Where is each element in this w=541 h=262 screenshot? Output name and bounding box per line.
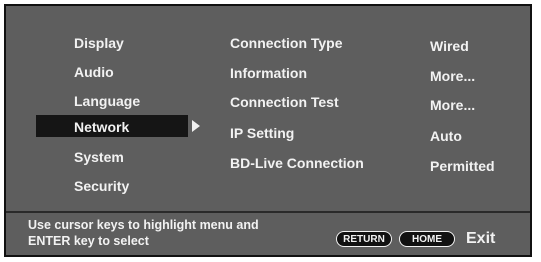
value-connection-test: More... (430, 97, 476, 113)
home-button[interactable]: HOME (399, 231, 455, 247)
menu-item-network[interactable]: Network (74, 118, 129, 136)
setting-connection-test[interactable]: Connection Test (230, 93, 339, 111)
footer-hint-line1: Use cursor keys to highlight menu and (28, 218, 259, 232)
menu-item-security[interactable]: Security (74, 177, 129, 195)
footer-hint-line2: ENTER key to select (28, 234, 149, 248)
setting-bd-live-connection[interactable]: BD-Live Connection (230, 154, 364, 172)
settings-screen: Display Audio Language Network System Se… (4, 4, 532, 257)
value-bd-live-connection: Permitted (430, 158, 495, 174)
menu-item-display[interactable]: Display (74, 34, 124, 52)
value-ip-setting: Auto (430, 128, 462, 144)
menu-item-system[interactable]: System (74, 148, 124, 166)
setting-ip-setting[interactable]: IP Setting (230, 124, 294, 142)
chevron-right-icon (192, 120, 200, 132)
setting-information[interactable]: Information (230, 64, 307, 82)
menu-item-audio[interactable]: Audio (74, 63, 114, 81)
menu-item-language[interactable]: Language (74, 92, 140, 110)
exit-label: Exit (466, 230, 496, 247)
footer-divider (6, 211, 530, 213)
return-button[interactable]: RETURN (336, 231, 392, 247)
footer-hint: Use cursor keys to highlight menu and EN… (28, 217, 259, 249)
menu-area: Display Audio Language Network System Se… (6, 6, 530, 211)
value-information: More... (430, 68, 476, 84)
value-connection-type: Wired (430, 38, 469, 54)
setting-connection-type[interactable]: Connection Type (230, 34, 343, 52)
